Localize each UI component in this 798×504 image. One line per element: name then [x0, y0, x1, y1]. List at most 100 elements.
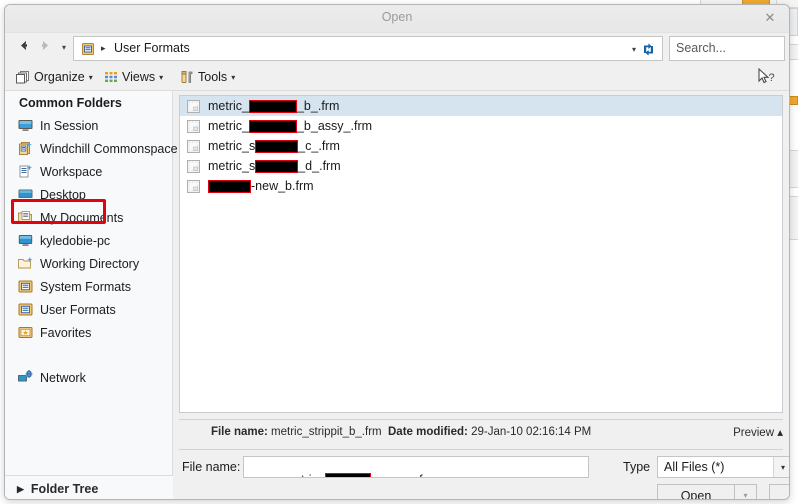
file-list[interactable]: metric_ _b_.frm metric_ _b_assy_.frm met… [179, 95, 783, 413]
dialog-body: Common Folders In Session Windchill Comm… [5, 91, 789, 499]
status-bar: File name: metric_strippit_b_.frm Date m… [179, 419, 783, 441]
folder-tree-toggle[interactable]: ▶ Folder Tree [5, 475, 173, 499]
sidebar-item-network[interactable]: Network [5, 366, 172, 389]
formats-folder-icon [80, 41, 96, 57]
sidebar-item-label: Desktop [40, 187, 86, 202]
tools-label: Tools [198, 70, 228, 84]
status-date-value: 29-Jan-10 02:16:14 PM [471, 426, 592, 438]
sidebar-item-label: Workspace [40, 164, 103, 179]
redaction-box [324, 473, 371, 477]
file-name-suffix: _b_.frm [296, 99, 340, 113]
drawing-format-icon [186, 99, 201, 114]
file-name-suffix: _c_.frm [298, 139, 340, 153]
sidebar-item-in-session[interactable]: In Session [5, 114, 172, 137]
drawing-format-icon [186, 119, 201, 134]
dialog-toolbar: Organize ▾ Views ▾ Tools ▾ ? [5, 64, 789, 91]
chevron-down-icon[interactable]: ▾ [632, 45, 636, 54]
history-dropdown-icon[interactable]: ▾ [57, 38, 71, 58]
preview-label: Preview [733, 427, 775, 439]
open-button[interactable]: Open [657, 484, 735, 499]
organize-button[interactable]: Organize ▾ [15, 67, 93, 87]
organize-label: Organize [34, 70, 85, 84]
formats-folder-icon [17, 301, 34, 318]
sidebar-item-my-documents[interactable]: My Documents [5, 206, 172, 229]
views-icon [103, 69, 119, 85]
working-folder-icon [17, 255, 34, 272]
network-icon [17, 369, 34, 386]
monitor-icon [17, 117, 34, 134]
sidebar-item-windchill-commonspace[interactable]: Windchill Commonspace [5, 137, 178, 160]
cancel-button[interactable]: Cancel [769, 484, 789, 499]
views-label: Views [122, 70, 156, 84]
file-name-prefix: metric_s [208, 139, 256, 153]
sidebar-item-favorites[interactable]: Favorites [5, 321, 172, 344]
sidebar-item-user-formats[interactable]: User Formats [5, 298, 172, 321]
sidebar-heading: Common Folders [19, 96, 122, 110]
collapse-caret-icon: ▴ [777, 427, 783, 439]
sidebar-item-label: Windchill Commonspace [40, 141, 178, 156]
search-input[interactable]: Search... [669, 36, 785, 61]
favorites-folder-icon [17, 324, 34, 341]
back-arrow-icon[interactable] [13, 38, 33, 58]
file-name-suffix: -new_b.frm [251, 179, 314, 193]
file-name-value-suffix: _c_assy.frm [371, 473, 437, 477]
open-file-dialog: Open ✕ ▾ ▸ User Formats ▾ Search... Orga… [4, 4, 790, 500]
help-cursor-icon: ? [757, 67, 779, 86]
organize-icon [15, 69, 31, 85]
sidebar-item-label: Network [40, 370, 86, 385]
list-item[interactable]: metric_s _d_.frm [180, 156, 782, 176]
chevron-down-icon: ▾ [159, 72, 164, 82]
sidebar-item-label: In Session [40, 118, 99, 133]
drawing-format-icon [186, 159, 201, 174]
sidebar-item-system-formats[interactable]: System Formats [5, 275, 172, 298]
sidebar-item-label: System Formats [40, 279, 131, 294]
sidebar-item-desktop[interactable]: Desktop [5, 183, 172, 206]
drawing-format-icon [186, 179, 201, 194]
forward-arrow-icon[interactable] [35, 38, 55, 58]
file-name-label: File name: [182, 460, 241, 474]
sidebar-item-working-directory[interactable]: Working Directory [5, 252, 172, 275]
file-name-input[interactable]: metric_ _c_assy.frm [243, 456, 589, 478]
tools-button[interactable]: Tools ▾ [179, 67, 235, 87]
svg-text:?: ? [769, 72, 775, 84]
list-item[interactable]: -new_b.frm [180, 176, 782, 196]
sidebar-item-label: User Formats [40, 302, 116, 317]
sidebar-item-workspace[interactable]: Workspace [5, 160, 172, 183]
sidebar-item-kyledobie-pc[interactable]: kyledobie-pc [5, 229, 172, 252]
list-item[interactable]: metric_ _b_.frm [180, 96, 782, 116]
views-button[interactable]: Views ▾ [103, 67, 163, 87]
breadcrumb[interactable]: User Formats [114, 41, 190, 55]
computer-icon [17, 232, 34, 249]
formats-folder-icon [17, 278, 34, 295]
breadcrumb-separator-icon: ▸ [101, 43, 106, 53]
file-name-prefix: metric_ [208, 119, 249, 133]
file-name-suffix: _d_.frm [298, 159, 341, 173]
file-type-select[interactable]: All Files (*) ▾ [657, 456, 789, 478]
list-item[interactable]: metric_ _b_assy_.frm [180, 116, 782, 136]
redaction-box [255, 139, 299, 153]
commonspace-icon [17, 140, 34, 157]
desktop-icon [17, 186, 34, 203]
redaction-box [248, 119, 297, 133]
file-name-prefix: metric_s [208, 159, 256, 173]
chevron-down-icon: ▾ [88, 72, 93, 82]
sidebar-item-label: My Documents [40, 210, 124, 225]
list-item[interactable]: metric_s _c_.frm [180, 136, 782, 156]
file-type-label: Type [623, 460, 651, 474]
redaction-box [248, 99, 297, 113]
refresh-icon[interactable] [640, 41, 657, 58]
address-bar-row: ▾ ▸ User Formats ▾ Search... [5, 33, 789, 64]
chevron-down-icon[interactable]: ▾ [773, 457, 789, 477]
chevron-down-icon: ▾ [231, 72, 236, 82]
status-details: File name: metric_strippit_b_.frm Date m… [179, 414, 701, 450]
dialog-title: Open [381, 10, 413, 24]
sidebar-item-label: Working Directory [40, 256, 140, 271]
open-dropdown-caret-icon[interactable]: ▾ [735, 484, 757, 499]
address-bar[interactable]: ▸ User Formats ▾ [73, 36, 663, 61]
preview-toggle[interactable]: Preview ▴ [701, 413, 783, 451]
close-icon[interactable]: ✕ [757, 8, 783, 28]
redaction-box [208, 179, 251, 193]
documents-folder-icon [17, 209, 34, 226]
dialog-footer-form: File name: metric_ _c_assy.frm Type All F… [179, 449, 789, 499]
workspace-icon [17, 163, 34, 180]
